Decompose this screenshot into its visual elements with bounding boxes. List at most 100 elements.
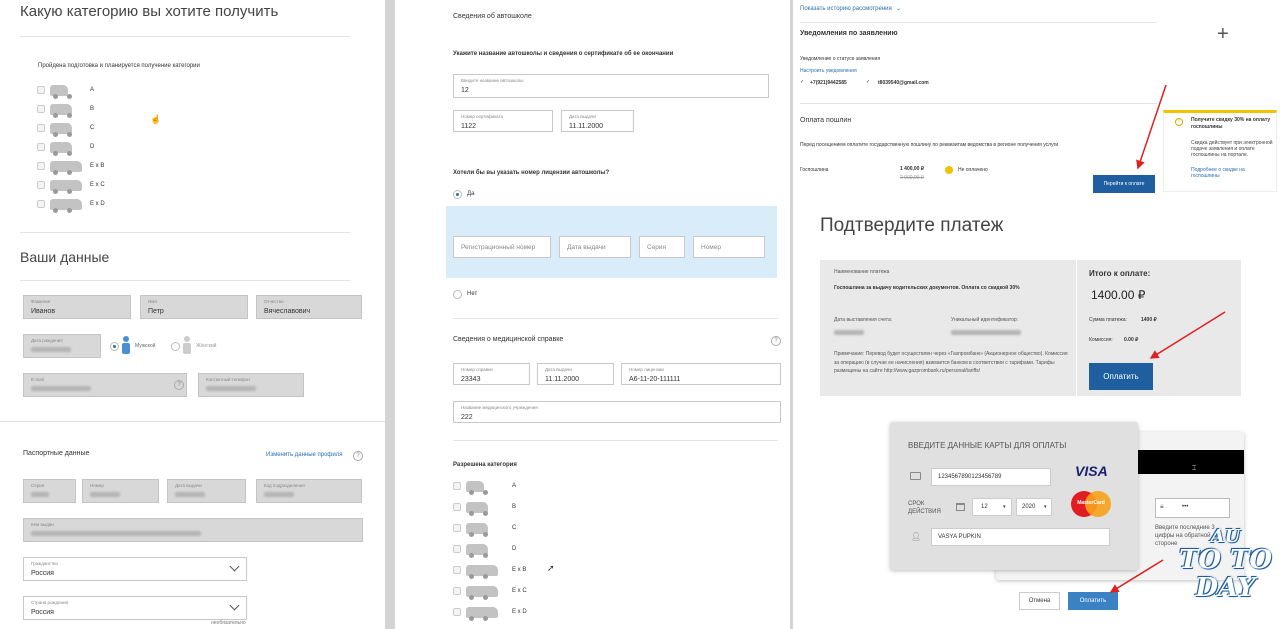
vehicle-icon — [50, 85, 68, 99]
passport-number-field[interactable]: Номер — [82, 479, 159, 503]
cert-number-field[interactable]: Номер сертификата 1122 — [453, 110, 553, 132]
category-label: E x B — [512, 567, 527, 573]
passport-series-field[interactable]: Серия — [23, 479, 76, 503]
chevron-down-icon — [229, 561, 240, 572]
category-checkbox[interactable] — [453, 566, 461, 574]
category-row[interactable]: B — [453, 501, 573, 516]
license-yes-radio[interactable] — [453, 190, 462, 199]
category-label: E x C — [512, 588, 527, 594]
vehicle-icon — [466, 586, 498, 600]
male-icon — [122, 336, 131, 354]
cert-date-field[interactable]: Дата выдачи 11.11.2000 — [561, 110, 634, 132]
category-checkbox[interactable] — [37, 200, 45, 208]
category-row[interactable]: D — [37, 141, 157, 156]
email-help-icon[interactable]: ? — [174, 380, 184, 390]
category-checkbox[interactable] — [453, 503, 461, 511]
med-number-field[interactable]: Номер справки 23343 — [453, 363, 530, 385]
category-row[interactable]: C — [453, 522, 573, 537]
category-label: C — [512, 525, 517, 531]
gender-male-label: Мужской — [135, 343, 156, 349]
cursor-icon: ➚ — [547, 563, 555, 573]
arrow — [1136, 84, 1167, 170]
surname-field[interactable]: Фамилия Иванов — [23, 295, 131, 319]
birth-country-select[interactable]: Страна рождения Россия — [23, 596, 247, 620]
category-label: E x B — [90, 163, 105, 169]
category-checkbox[interactable] — [453, 545, 461, 553]
issued-by-field[interactable]: Кем выдан — [23, 518, 363, 542]
vehicle-icon — [50, 199, 82, 213]
category-label: E x C — [90, 182, 105, 188]
left-form-panel: Какую категорию вы хотите получить Пройд… — [0, 0, 385, 629]
license-date-field[interactable]: Дата выдачи — [559, 236, 631, 258]
license-no-radio[interactable] — [453, 290, 462, 299]
vehicle-icon — [466, 481, 484, 495]
category-row[interactable]: E x B — [37, 160, 157, 175]
birthdate-field[interactable]: Дата рождения — [23, 334, 101, 358]
category-row[interactable]: E x D — [37, 198, 157, 213]
category-label: E x D — [90, 201, 105, 207]
med-title: Сведения о медицинской справке — [453, 336, 564, 343]
license-series-field[interactable]: Серия — [639, 236, 685, 258]
arrow — [1149, 311, 1226, 359]
category-row[interactable]: E x C — [37, 179, 157, 194]
category-row[interactable]: A — [453, 480, 573, 495]
vehicle-icon — [466, 544, 488, 558]
name-field[interactable]: Имя Петр — [140, 295, 248, 319]
female-icon — [183, 336, 192, 354]
chevron-down-icon — [229, 600, 240, 611]
vehicle-icon — [466, 607, 498, 621]
cursor-icon: ☝ — [150, 114, 162, 124]
category-checkbox[interactable] — [37, 105, 45, 113]
category-row[interactable]: E x C — [453, 585, 573, 600]
school-title: Сведения об автошколе — [453, 13, 532, 20]
gender-female-label: Жёнский — [196, 343, 217, 349]
category-row[interactable]: E x B — [453, 564, 573, 579]
category-row[interactable]: A — [37, 84, 157, 99]
phone-field[interactable]: Контактный телефон — [198, 373, 304, 397]
category-row[interactable]: D — [453, 543, 573, 558]
patronymic-field[interactable]: Отчество Вячеславович — [256, 295, 362, 319]
category-row[interactable]: C — [37, 122, 157, 137]
category-label: D — [512, 546, 517, 552]
category-checkbox[interactable] — [37, 86, 45, 94]
category-checkbox[interactable] — [453, 608, 461, 616]
category-row[interactable]: E x D — [453, 606, 573, 621]
your-data-title: Ваши данные — [20, 249, 110, 265]
right-payment-panel: Показать историю рассмотрения ⌄ Уведомле… — [793, 0, 1280, 629]
change-profile-link[interactable]: Изменить данные профиля — [266, 452, 342, 458]
category-checkbox[interactable] — [453, 482, 461, 490]
category-checkbox[interactable] — [37, 124, 45, 132]
category-row[interactable]: B — [37, 103, 157, 118]
med-date-field[interactable]: Дата выдачи 11.11.2000 — [537, 363, 614, 385]
category-checkbox[interactable] — [37, 162, 45, 170]
license-number-field[interactable]: Номер — [693, 236, 765, 258]
reg-number-field[interactable]: Регистрационный номер — [453, 236, 551, 258]
category-checkbox[interactable] — [37, 143, 45, 151]
category-label: A — [90, 87, 95, 93]
vehicle-icon — [50, 161, 82, 175]
category-checkbox[interactable] — [453, 587, 461, 595]
division-code-field[interactable]: Код подразделения — [256, 479, 362, 503]
email-field[interactable]: E-mail — [23, 373, 187, 397]
category-label: E x D — [512, 609, 527, 615]
vehicle-icon — [50, 104, 72, 118]
passport-title: Паспортные данные — [23, 450, 90, 457]
vehicle-icon — [466, 523, 488, 537]
gender-male-radio[interactable] — [110, 342, 119, 351]
arrow — [1109, 559, 1164, 593]
profile-help-icon[interactable]: ? — [353, 451, 363, 461]
category-label: A — [512, 483, 517, 489]
med-org-field[interactable]: Название медицинского учреждения 222 — [453, 401, 781, 423]
watermark: AU TO TO DAY — [1178, 526, 1273, 603]
passport-date-field[interactable]: Дата выдачи — [167, 479, 246, 503]
citizenship-select[interactable]: Гражданство Россия — [23, 557, 247, 581]
med-license-field[interactable]: Номер лицензии А6-11-20-111111 — [621, 363, 781, 385]
category-checkbox[interactable] — [453, 524, 461, 532]
allowed-title: Разрешена категория — [453, 462, 517, 468]
category-checkbox[interactable] — [37, 181, 45, 189]
school-name-field[interactable]: Введите название автошколы 12 — [453, 74, 769, 98]
med-help-icon[interactable]: ? — [771, 336, 781, 346]
school-prompt: Укажите название автошколы и сведения о … — [453, 51, 674, 57]
category-label: C — [90, 125, 95, 131]
gender-female-radio[interactable] — [171, 342, 180, 351]
